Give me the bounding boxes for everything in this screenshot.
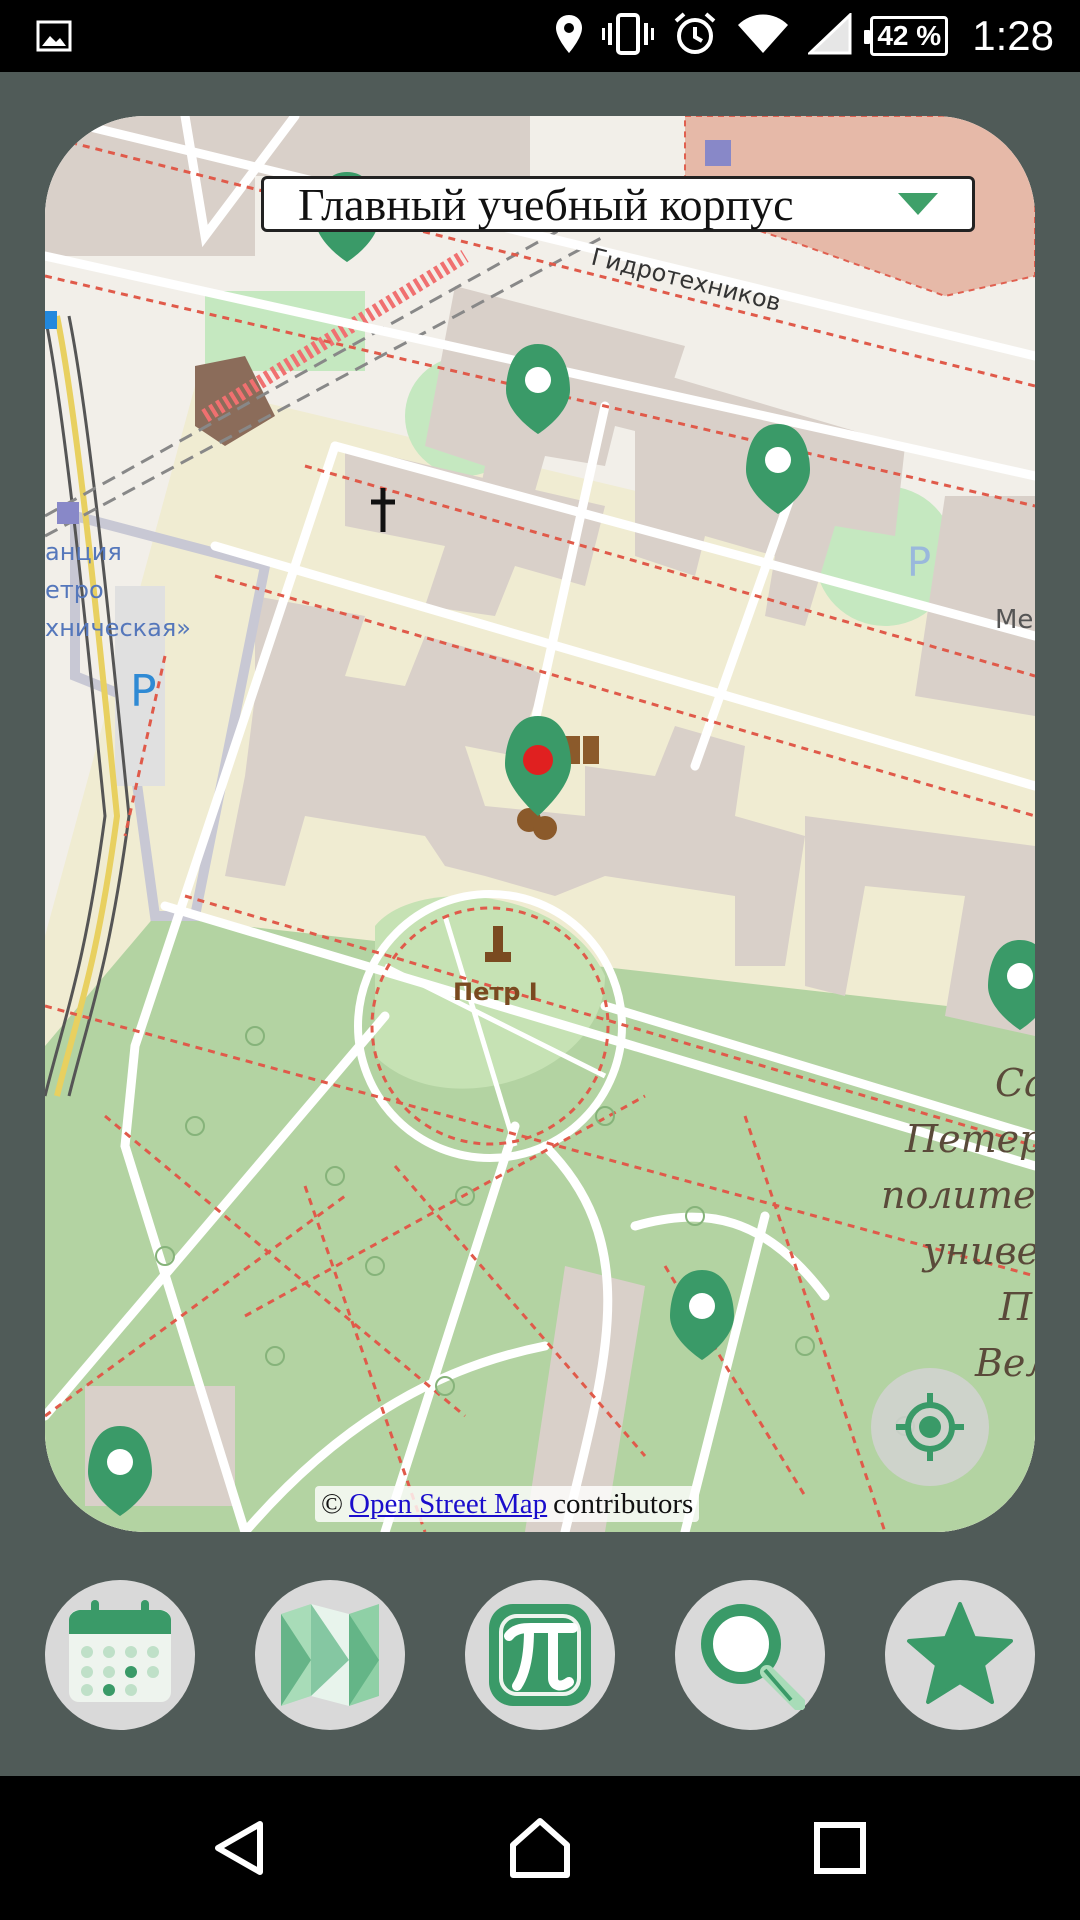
system-navigation-bar [0,1776,1080,1920]
markers-layer [88,172,1035,1516]
vibrate-icon [602,13,655,59]
building-dropdown-value: Главный учебный корпус [298,178,794,230]
home-icon [510,1818,570,1878]
battery-percent: 42 % [877,20,942,51]
attribution-prefix: © [321,1487,344,1520]
attribution-suffix: contributors [553,1487,694,1520]
building-marker[interactable] [506,344,570,434]
building-marker[interactable] [988,940,1035,1030]
building-marker[interactable] [670,1270,734,1360]
alarm-icon [672,11,718,61]
status-bar: 42 % 1:28 [0,0,1080,72]
map-view[interactable]: Гидротехников Петр I анция етро хническа… [45,116,1035,1532]
selected-building-marker[interactable] [505,716,571,816]
app-bottom-nav [0,1580,1080,1730]
dropdown-arrow-icon [898,193,938,215]
back-button[interactable] [168,1776,312,1920]
osm-link[interactable]: Open Street Map [349,1488,547,1521]
pi-icon [489,1604,591,1706]
location-icon [554,13,584,59]
crosshair-icon [896,1393,964,1461]
building-marker[interactable] [88,1426,152,1516]
recents-button[interactable] [768,1776,912,1920]
recents-icon [814,1822,866,1874]
teachers-button[interactable] [465,1580,615,1730]
calendar-icon [69,1600,171,1702]
map-icon [281,1604,379,1706]
schedule-button[interactable] [45,1580,195,1730]
search-icon [701,1604,805,1710]
search-button[interactable] [675,1580,825,1730]
wifi-icon [736,13,790,59]
signal-icon [806,11,852,59]
clock: 1:28 [972,12,1054,59]
my-location-button[interactable] [871,1368,989,1486]
back-icon [215,1821,263,1875]
building-marker[interactable] [746,424,810,514]
favorites-button[interactable] [885,1580,1035,1730]
map-button[interactable] [255,1580,405,1730]
building-dropdown[interactable]: Главный учебный корпус [261,176,975,232]
map-attribution: © Open Street Map contributors [315,1486,700,1522]
battery-icon: 42 % [864,16,949,56]
image-icon [36,0,72,72]
star-icon [907,1602,1013,1704]
home-button[interactable] [468,1776,612,1920]
